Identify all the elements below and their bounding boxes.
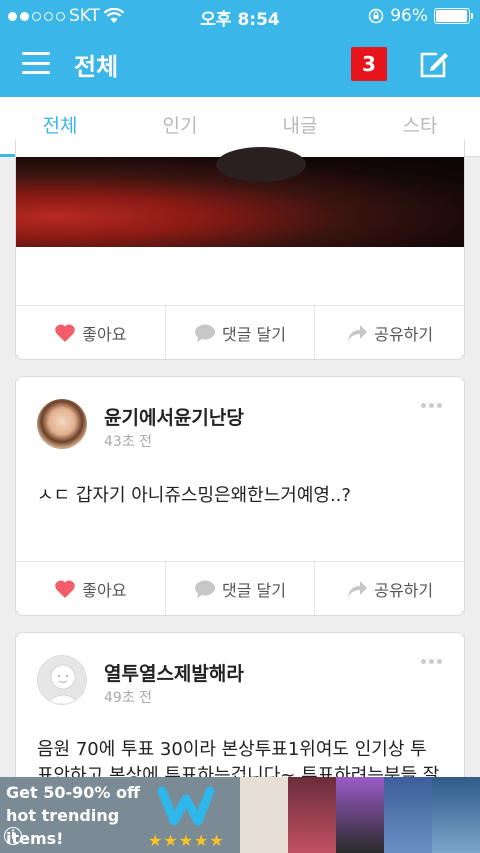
page-title: 전체 (74, 53, 119, 81)
post-actions: 좋아요 댓글 달기 공유하기 (16, 305, 464, 359)
more-options-icon[interactable] (421, 403, 442, 408)
orientation-lock-icon (368, 8, 384, 24)
share-button[interactable]: 공유하기 (315, 306, 464, 359)
ad-banner[interactable]: Get 50-90% off hot trending items! ★★★★★… (0, 777, 480, 853)
compose-icon[interactable] (418, 48, 450, 80)
post-time: 49초 전 (104, 690, 153, 706)
post-card: 좋아요 댓글 달기 공유하기 (15, 140, 465, 360)
post-text[interactable]: ㅅㄷ 갑자기 아니쥬스밍은왜한느거예영..? (37, 483, 443, 509)
notification-badge[interactable]: 3 (351, 47, 387, 81)
share-label: 공유하기 (374, 580, 434, 600)
like-label: 좋아요 (82, 324, 127, 344)
comment-icon (195, 580, 216, 598)
ad-product-images (240, 777, 480, 853)
nav-bar: 전체 3 (0, 32, 480, 97)
like-button[interactable]: 좋아요 (16, 562, 166, 615)
share-arrow-icon (348, 324, 368, 341)
post-image[interactable] (16, 147, 464, 247)
battery-icon (434, 8, 473, 24)
battery-percent: 96% (390, 6, 428, 26)
ad-text: Get 50-90% off hot trending items! (6, 783, 140, 848)
post-card: 윤기에서윤기난당 43초 전 ㅅㄷ 갑자기 아니쥬스밍은왜한느거예영..? 좋아… (15, 376, 465, 616)
share-label: 공유하기 (374, 324, 434, 344)
default-avatar-icon (45, 664, 81, 704)
post-time: 43초 전 (104, 434, 153, 450)
heart-icon (55, 323, 76, 342)
post-actions: 좋아요 댓글 달기 공유하기 (16, 561, 464, 615)
wish-logo-icon (157, 786, 215, 826)
share-arrow-icon (348, 580, 368, 597)
info-icon[interactable]: i (4, 827, 22, 845)
post-author[interactable]: 열투열스제발해라 (104, 659, 244, 686)
heart-icon (55, 579, 76, 598)
like-button[interactable]: 좋아요 (16, 306, 166, 359)
status-bar: SKT 오후 8:54 96% (0, 0, 480, 32)
post-author[interactable]: 윤기에서윤기난당 (104, 403, 244, 430)
avatar[interactable] (37, 399, 87, 449)
share-button[interactable]: 공유하기 (315, 562, 464, 615)
comment-label: 댓글 달기 (222, 324, 286, 344)
comment-icon (195, 324, 216, 342)
hamburger-menu-icon[interactable] (22, 50, 50, 76)
comment-label: 댓글 달기 (222, 580, 286, 600)
avatar[interactable] (37, 655, 87, 705)
comment-button[interactable]: 댓글 달기 (166, 562, 316, 615)
like-label: 좋아요 (82, 580, 127, 600)
comment-button[interactable]: 댓글 달기 (166, 306, 316, 359)
status-right: 96% (368, 6, 473, 26)
more-options-icon[interactable] (421, 659, 442, 664)
ad-rating: ★★★★★ (148, 831, 225, 850)
